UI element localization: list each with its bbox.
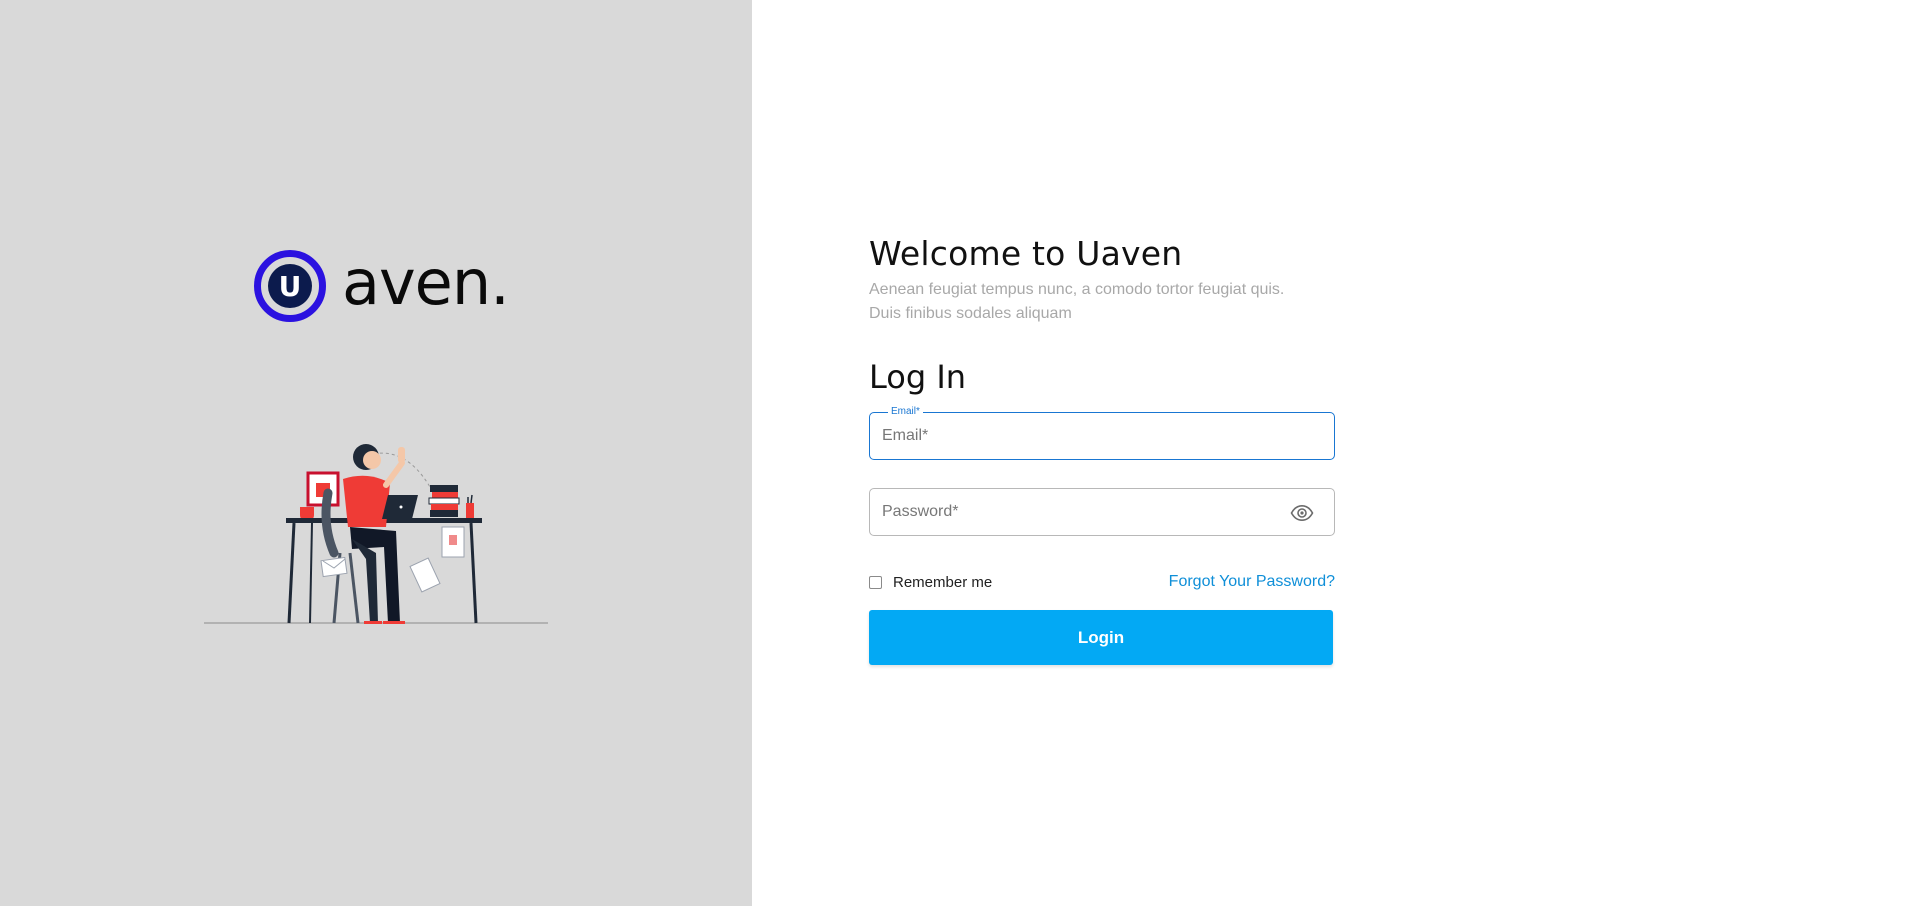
logo-mark-icon: U	[254, 250, 326, 322]
password-field	[869, 488, 1335, 536]
login-button[interactable]: Login	[869, 610, 1333, 665]
welcome-subtitle: Aenean feugiat tempus nunc, a comodo tor…	[869, 281, 1285, 322]
login-form: Welcome to Uaven Aenean feugiat tempus n…	[869, 232, 1335, 665]
remember-me-label[interactable]: Remember me	[893, 574, 992, 591]
logo-letter: U	[268, 264, 312, 308]
email-input[interactable]	[870, 413, 1334, 459]
forgot-password-link[interactable]: Forgot Your Password?	[1169, 573, 1335, 591]
email-floating-label: Email*	[888, 406, 923, 418]
woman-working-at-desk-illustration	[204, 444, 548, 624]
email-field: Email*	[869, 406, 1335, 460]
logo-wordmark: aven.	[342, 246, 510, 319]
eye-icon[interactable]	[1290, 501, 1314, 525]
remember-me: Remember me	[869, 574, 992, 591]
options-row: Remember me Forgot Your Password?	[869, 572, 1335, 592]
welcome-title: Welcome to Uaven	[869, 234, 1183, 273]
uaven-logo: U aven.	[254, 246, 510, 322]
left-panel: U aven.	[0, 0, 752, 906]
password-input[interactable]	[870, 489, 1334, 535]
remember-me-checkbox[interactable]	[869, 575, 882, 589]
login-title: Log In	[869, 358, 967, 396]
